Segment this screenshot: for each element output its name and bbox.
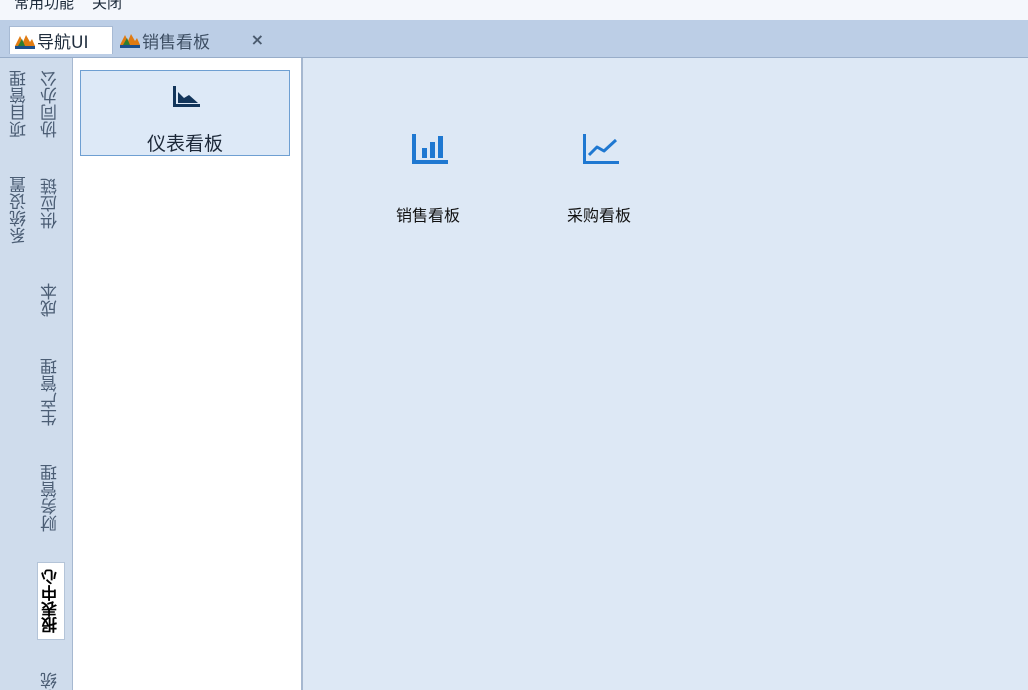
dashboard-launcher: 销售看板 采购看板 xyxy=(303,58,1028,690)
bar-chart-icon xyxy=(412,134,448,164)
rail-item-report-center[interactable]: 报表中心 xyxy=(37,562,65,640)
rail-item-cost[interactable]: 成本 xyxy=(40,283,62,317)
menu-common-functions[interactable]: 常用功能 xyxy=(14,0,74,13)
tab-sales-dashboard[interactable]: 销售看板 × xyxy=(115,26,270,54)
rail-item-supply-chain[interactable]: 供应链 xyxy=(40,178,62,229)
module-item-dashboard[interactable]: 仪表看板 xyxy=(80,70,290,156)
tile-label: 销售看板 xyxy=(395,206,460,225)
rail-item-finance[interactable]: 财务管理 xyxy=(40,464,62,532)
tab-label: 销售看板 xyxy=(142,32,210,53)
mountain-logo-icon xyxy=(120,34,140,48)
menu-bar: 常用功能 关闭 xyxy=(0,0,1028,21)
rail-item-collaboration[interactable]: 协同办公 xyxy=(40,70,62,138)
area-chart-icon xyxy=(173,86,200,107)
tab-label: 导航UI xyxy=(37,33,89,53)
module-panel: 仪表看板 xyxy=(73,58,303,690)
tab-navigation-ui[interactable]: 导航UI xyxy=(9,26,113,54)
rail-item-production[interactable]: 生产管理 xyxy=(40,358,62,426)
line-chart-icon xyxy=(583,134,619,164)
mountain-logo-icon xyxy=(15,34,35,49)
module-label: 仪表看板 xyxy=(146,133,223,155)
category-rail: 项目管理 协同办公 系统设置 供应链 成本 生产管理 财务管理 报表中心 系统 xyxy=(0,58,73,690)
tile-label: 采购看板 xyxy=(566,206,631,225)
rail-item-project-management[interactable]: 项目管理 xyxy=(9,70,31,138)
rail-item-system[interactable]: 系统 xyxy=(40,672,62,690)
tile-purchase-dashboard[interactable]: 采购看板 xyxy=(539,120,659,230)
close-icon[interactable]: × xyxy=(251,30,264,49)
menu-close[interactable]: 关闭 xyxy=(92,0,122,13)
tab-strip: 导航UI 销售看板 × xyxy=(0,20,1028,58)
tile-sales-dashboard[interactable]: 销售看板 xyxy=(368,120,488,230)
rail-item-system-settings[interactable]: 系统设置 xyxy=(9,176,31,244)
